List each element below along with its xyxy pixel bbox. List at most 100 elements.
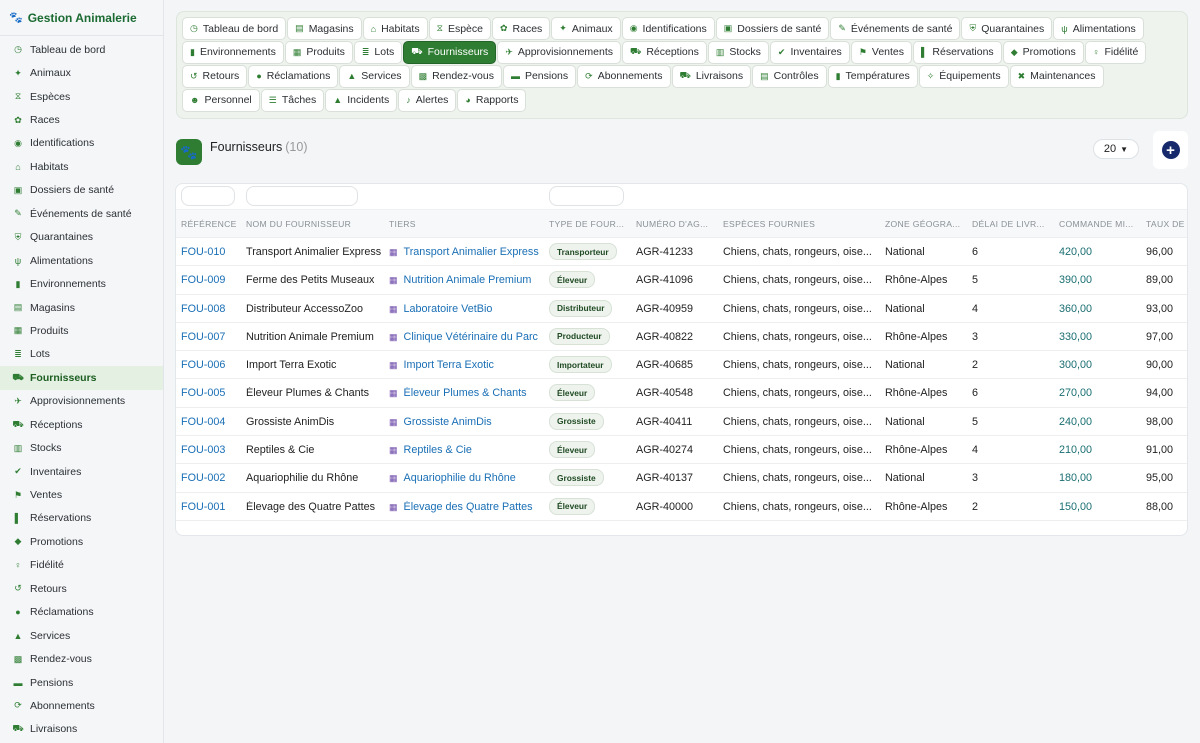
sidebar-item-habitats[interactable]: ⌂ Habitats (0, 155, 163, 178)
tab-evenements-de-sante[interactable]: ✎ Événements de santé (830, 17, 961, 40)
tab-taches[interactable]: ☰ Tâches (260, 88, 325, 112)
table-row[interactable]: FOU-004 Grossiste AnimDis ▦ Grossiste AnimD… (176, 408, 1187, 437)
sidebar-item-magasins[interactable]: ▤ Magasins (0, 296, 163, 319)
tab-environnements[interactable]: ▮ Environnements (182, 40, 284, 64)
tab-alimentations[interactable]: ψ Alimentations (1053, 17, 1144, 40)
sidebar-item-lots[interactable]: ≣ Lots (0, 343, 163, 366)
sidebar-item-dossiers-de-sante[interactable]: ▣ Dossiers de santé (0, 179, 163, 202)
tab-tableau-de-bord[interactable]: ◷ Tableau de bord (182, 17, 287, 40)
sidebar-item-evenements-de-sante[interactable]: ✎ Événements de santé (0, 202, 163, 225)
tab-incidents[interactable]: ▲ Incidents (325, 88, 398, 112)
tab-equipements[interactable]: ✧ Équipements (918, 64, 1009, 88)
reference-link[interactable]: FOU-004 (181, 416, 225, 428)
tab-dossiers-de-sante[interactable]: ▣ Dossiers de santé (715, 17, 830, 40)
tab-receptions[interactable]: ⛟ Réceptions (622, 40, 707, 64)
tab-maintenances[interactable]: ✖ Maintenances (1009, 64, 1104, 88)
table-row[interactable]: FOU-009 Ferme des Petits Museaux ▦ Nutritio… (176, 266, 1187, 295)
tab-personnel[interactable]: ☻ Personnel (182, 88, 260, 112)
sidebar-item-promotions[interactable]: ◆ Promotions (0, 530, 163, 553)
tiers-link[interactable]: Clinique Vétérinaire du Parc (404, 331, 538, 343)
tab-services[interactable]: ▲ Services (339, 64, 410, 88)
sidebar-item-services[interactable]: ▲ Services (0, 624, 163, 647)
reference-link[interactable]: FOU-006 (181, 359, 225, 371)
tab-races[interactable]: ✿ Races (491, 17, 551, 40)
sidebar-item-reclamations[interactable]: ● Réclamations (0, 601, 163, 624)
column-header-species[interactable]: ESPÈCES FOURNIES (723, 219, 879, 229)
sidebar-item-animaux[interactable]: ✦ Animaux (0, 61, 163, 84)
table-row[interactable]: FOU-007 Nutrition Animale Premium ▦ Cliniqu… (176, 323, 1187, 352)
column-header-delivery-delay[interactable]: DÉLAI DE LIVR... (972, 219, 1053, 229)
tab-lots[interactable]: ≣ Lots (353, 40, 403, 64)
tab-quarantaines[interactable]: ⛨ Quarantaines (961, 17, 1053, 40)
column-header-tiers[interactable]: TIERS (389, 219, 543, 229)
tiers-link[interactable]: Aquariophilie du Rhône (404, 472, 516, 484)
tiers-link[interactable]: Nutrition Animale Premium (404, 274, 532, 286)
column-header-supplier-type[interactable]: TYPE DE FOUR... (549, 219, 630, 229)
sidebar-item-identifications[interactable]: ◉ Identifications (0, 132, 163, 155)
reference-link[interactable]: FOU-005 (181, 387, 225, 399)
reference-link[interactable]: FOU-008 (181, 303, 225, 315)
tiers-link[interactable]: Grossiste AnimDis (404, 416, 492, 428)
sidebar-item-stocks[interactable]: ▥ Stocks (0, 436, 163, 459)
tab-identifications[interactable]: ◉ Identifications (621, 17, 715, 40)
sidebar-item-especes[interactable]: ⧖ Espèces (0, 85, 163, 108)
table-row[interactable]: FOU-005 Éleveur Plumes & Chants ▦ Éleveur P… (176, 379, 1187, 408)
tab-approvisionnements[interactable]: ✈ Approvisionnements (497, 40, 621, 64)
filter-type-input[interactable] (549, 186, 624, 206)
tab-controles[interactable]: ▤ Contrôles (752, 64, 827, 88)
table-row[interactable]: FOU-006 Import Terra Exotic ▦ Import Terra … (176, 351, 1187, 380)
sidebar-item-livraisons[interactable]: ⛟ Livraisons (0, 718, 163, 741)
tab-reclamations[interactable]: ● Réclamations (248, 64, 339, 88)
tab-magasins[interactable]: ▤ Magasins (287, 17, 362, 40)
tab-abonnements[interactable]: ⟳ Abonnements (577, 64, 671, 88)
sidebar-item-alimentations[interactable]: ψ Alimentations (0, 249, 163, 272)
sidebar-item-pensions[interactable]: ▬ Pensions (0, 671, 163, 694)
reference-link[interactable]: FOU-001 (181, 501, 225, 513)
tiers-link[interactable]: Transport Animalier Express (404, 246, 539, 258)
tab-inventaires[interactable]: ✔ Inventaires (769, 40, 850, 64)
filter-name-input[interactable] (246, 186, 358, 206)
tab-rendez-vous[interactable]: ▩ Rendez-vous (410, 64, 502, 88)
table-row[interactable]: FOU-002 Aquariophilie du Rhône ▦ Aquariophi… (176, 464, 1187, 493)
tab-fidelite[interactable]: ♀ Fidélité (1084, 40, 1147, 64)
sidebar-item-ventes[interactable]: ⚑ Ventes (0, 483, 163, 506)
tiers-link[interactable]: Reptiles & Cie (404, 444, 472, 456)
column-header-rate[interactable]: TAUX DE S... (1146, 219, 1186, 229)
tab-produits[interactable]: ▦ Produits (284, 40, 353, 64)
sidebar-item-races[interactable]: ✿ Races (0, 108, 163, 131)
sidebar-item-quarantaines[interactable]: ⛨ Quarantaines (0, 226, 163, 249)
sidebar-item-abonnements[interactable]: ⟳ Abonnements (0, 694, 163, 717)
tab-ventes[interactable]: ⚑ Ventes (850, 40, 913, 64)
sidebar-item-fournisseurs[interactable]: ⛟ Fournisseurs (0, 366, 163, 390)
sidebar-item-reservations[interactable]: ▌ Réservations (0, 507, 163, 530)
table-row[interactable]: FOU-010 Transport Animalier Express ▦ Trans… (176, 238, 1187, 267)
column-header-supplier-name[interactable]: NOM DU FOURNISSEUR (246, 219, 383, 229)
table-row[interactable]: FOU-001 Élevage des Quatre Pattes ▦ Élevage… (176, 493, 1187, 521)
table-row[interactable]: FOU-008 Distributeur AccessoZoo ▦ Laboratoi… (176, 295, 1187, 323)
column-header-reference[interactable]: RÉFÉRENCE (181, 219, 240, 229)
column-header-zone[interactable]: ZONE GÉOGRA... (885, 219, 966, 229)
sidebar-item-fidelite[interactable]: ♀ Fidélité (0, 554, 163, 577)
tab-fournisseurs[interactable]: ⛟ Fournisseurs (403, 40, 497, 64)
tiers-link[interactable]: Import Terra Exotic (404, 359, 494, 371)
sidebar-item-receptions[interactable]: ⛟ Réceptions (0, 413, 163, 436)
tab-rapports[interactable]: ◕ Rapports (457, 88, 527, 112)
tab-pensions[interactable]: ▬ Pensions (502, 64, 577, 88)
sidebar-item-approvisionnements[interactable]: ✈ Approvisionnements (0, 390, 163, 413)
tiers-link[interactable]: Éleveur Plumes & Chants (404, 387, 527, 399)
reference-link[interactable]: FOU-002 (181, 472, 225, 484)
tiers-link[interactable]: Laboratoire VetBio (404, 303, 493, 315)
add-supplier-button[interactable]: + (1153, 131, 1188, 169)
tab-espece[interactable]: ⧖ Espèce (428, 17, 491, 40)
table-row[interactable]: FOU-003 Reptiles & Cie ▦ Reptiles & Cie Élev… (176, 436, 1187, 465)
tab-animaux[interactable]: ✦ Animaux (551, 17, 621, 40)
sidebar-item-tableau-de-bord[interactable]: ◷ Tableau de bord (0, 38, 163, 61)
tab-alertes[interactable]: ♪ Alertes (398, 88, 457, 112)
tab-habitats[interactable]: ⌂ Habitats (362, 17, 428, 40)
filter-reference-input[interactable] (181, 186, 235, 206)
reference-link[interactable]: FOU-003 (181, 444, 225, 456)
reference-link[interactable]: FOU-009 (181, 274, 225, 286)
column-header-agreement-number[interactable]: NUMÉRO D'AG... (636, 219, 717, 229)
sidebar-item-retours[interactable]: ↺ Retours (0, 577, 163, 600)
tab-livraisons[interactable]: ⛟ Livraisons (671, 64, 752, 88)
